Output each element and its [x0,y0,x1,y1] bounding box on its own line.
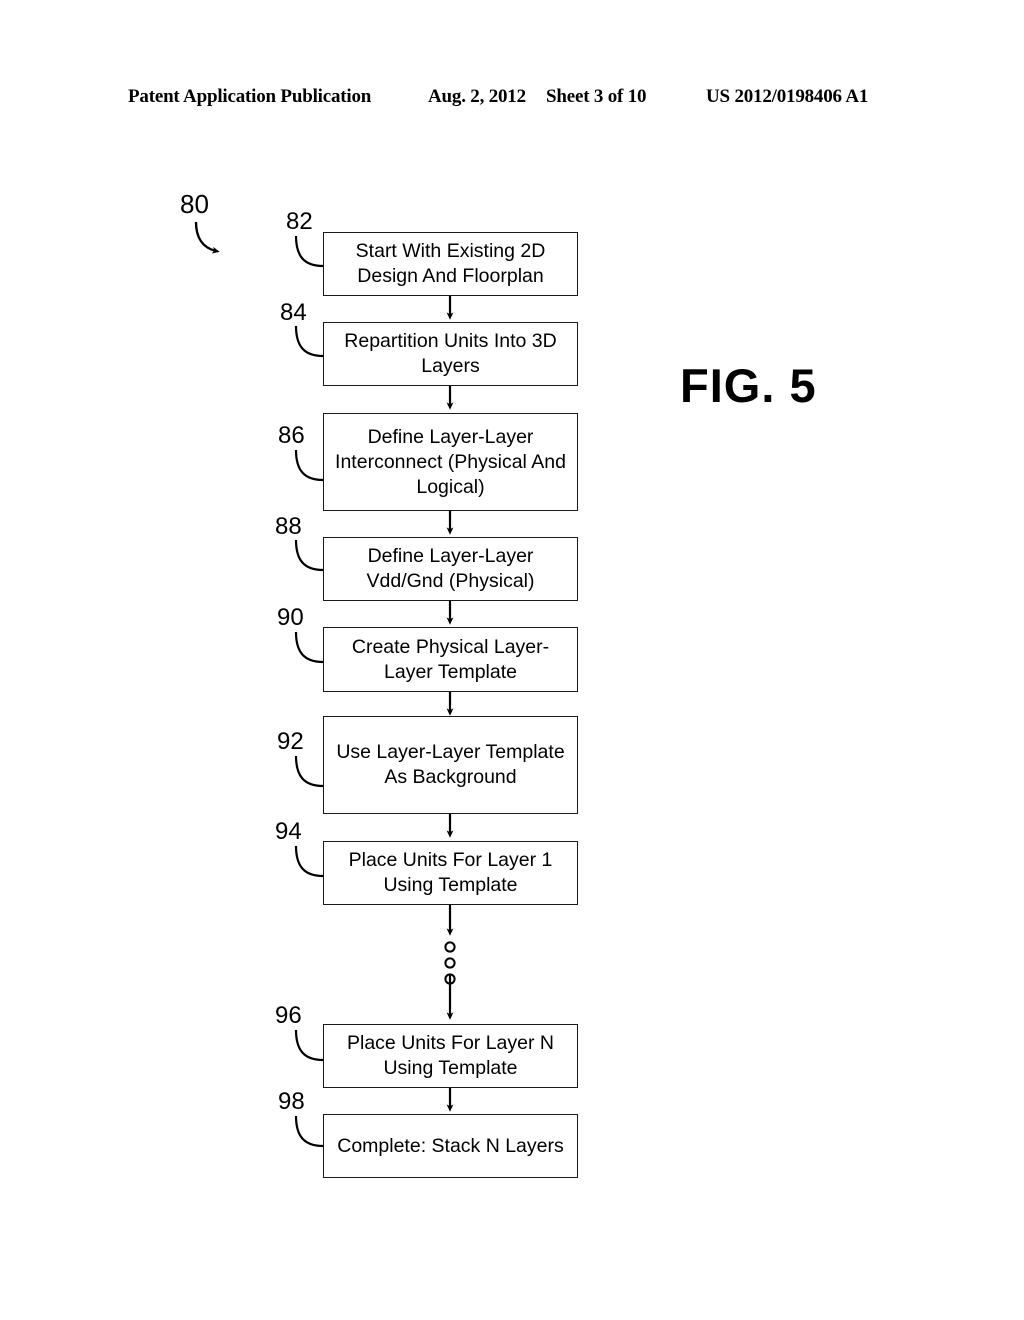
leader-line-86 [294,449,324,482]
ref-numeral-90: 90 [277,604,304,631]
leader-line-96 [294,1029,324,1062]
ref-numeral-86: 86 [278,422,305,449]
ref-numeral-96: 96 [275,1002,302,1029]
ref-numeral-92: 92 [277,728,304,755]
leader-line-94 [294,845,324,878]
ellipsis-dots [444,941,456,985]
diagram-ref-arrow [194,221,220,254]
ref-numeral-88: 88 [275,513,302,540]
leader-line-98 [294,1115,324,1148]
flow-step-98[interactable]: Complete: Stack N Layers [323,1114,578,1178]
ellipsis-dot-3 [444,973,456,985]
flow-step-88[interactable]: Define Layer-Layer Vdd/Gnd (Physical) [323,537,578,601]
leader-line-88 [294,539,324,572]
leader-line-90 [294,631,324,664]
flow-step-92[interactable]: Use Layer-Layer Template As Background [323,716,578,814]
ellipsis-dot-1 [444,941,456,953]
ref-numeral-82: 82 [286,208,313,235]
ref-numeral-98: 98 [278,1088,305,1115]
ref-numeral-94: 94 [275,818,302,845]
flow-step-82[interactable]: Start With Existing 2D Design And Floorp… [323,232,578,296]
flow-step-84[interactable]: Repartition Units Into 3D Layers [323,322,578,386]
flowchart: 80 82 84 86 88 90 92 94 96 98 Start With… [0,0,1024,1320]
leader-line-84 [294,325,324,358]
flow-step-94[interactable]: Place Units For Layer 1 Using Template [323,841,578,905]
flow-step-86[interactable]: Define Layer-Layer Interconnect (Physica… [323,413,578,511]
leader-line-92 [294,755,324,788]
ref-numeral-84: 84 [280,299,307,326]
ref-numeral-80: 80 [180,189,209,219]
flow-step-90[interactable]: Create Physical Layer-Layer Template [323,627,578,692]
ellipsis-dot-2 [444,957,456,969]
flow-step-96[interactable]: Place Units For Layer N Using Template [323,1024,578,1088]
leader-line-82 [294,235,324,268]
